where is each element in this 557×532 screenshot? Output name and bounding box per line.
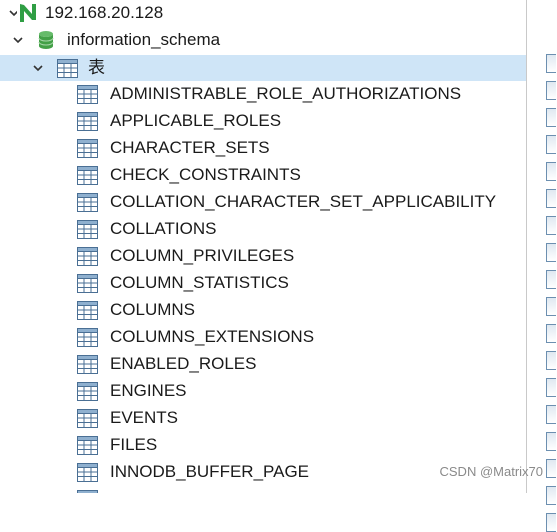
table-icon xyxy=(77,220,98,239)
table-row[interactable]: APPLICABLE_ROLES xyxy=(0,108,526,134)
table-icon xyxy=(546,297,556,316)
chevron-down-icon[interactable] xyxy=(32,62,44,74)
table-row[interactable]: COLUMNS xyxy=(0,297,526,323)
table-icon xyxy=(77,139,98,158)
table-icon xyxy=(57,59,78,78)
table-icon xyxy=(77,85,98,104)
table-row[interactable]: COLLATION_CHARACTER_SET_APPLICABILITY xyxy=(0,189,526,215)
tree-node-server[interactable]: 192.168.20.128 xyxy=(0,0,526,26)
table-label: COLUMN_STATISTICS xyxy=(110,273,289,292)
table-icon xyxy=(77,112,98,131)
table-row[interactable]: ENABLED_ROLES xyxy=(0,351,526,377)
table-icon xyxy=(77,247,98,266)
table-label: EVENTS xyxy=(110,408,179,427)
table-icon xyxy=(546,351,556,370)
table-icon xyxy=(546,432,556,451)
table-label: INNODB_BUFFER_PAGE xyxy=(110,462,310,481)
tree-node-tables-folder[interactable]: 表 xyxy=(0,55,526,81)
table-label: APPLICABLE_ROLES xyxy=(110,111,282,130)
table-label: FILES xyxy=(110,435,158,454)
table-icon xyxy=(546,108,556,127)
table-icon xyxy=(546,270,556,289)
chevron-down-icon[interactable] xyxy=(12,34,24,46)
table-row[interactable]: CHARACTER_SETS xyxy=(0,135,526,161)
table-label: CHECK_CONSTRAINTS xyxy=(110,165,301,184)
table-label: COLLATIONS xyxy=(110,219,217,238)
table-label: COLUMNS_EXTENSIONS xyxy=(110,327,315,346)
table-label: ENGINES xyxy=(110,381,187,400)
table-icon xyxy=(546,405,556,424)
table-icon xyxy=(546,459,556,478)
table-row[interactable]: EVENTS xyxy=(0,405,526,431)
table-icon xyxy=(77,301,98,320)
table-icon xyxy=(546,216,556,235)
server-label: 192.168.20.128 xyxy=(45,3,164,22)
database-label: information_schema xyxy=(67,30,221,49)
panel-divider[interactable] xyxy=(526,0,527,493)
table-icon xyxy=(77,463,98,482)
table-icon xyxy=(546,486,556,505)
navigator-tree: 192.168.20.128 information_schema 表 ADMI… xyxy=(0,0,526,493)
table-row[interactable]: COLUMN_PRIVILEGES xyxy=(0,243,526,269)
table-icon xyxy=(546,324,556,343)
table-row[interactable]: ADMINISTRABLE_ROLE_AUTHORIZATIONS xyxy=(0,81,526,107)
table-icon xyxy=(77,382,98,401)
table-label: COLUMNS xyxy=(110,300,196,319)
table-label: CHARACTER_SETS xyxy=(110,138,270,157)
table-icon xyxy=(546,189,556,208)
table-label: COLLATION_CHARACTER_SET_APPLICABILITY xyxy=(110,192,497,211)
table-icon xyxy=(546,243,556,262)
table-icon xyxy=(77,193,98,212)
table-icon xyxy=(546,81,556,100)
table-row[interactable]: COLUMN_STATISTICS xyxy=(0,270,526,296)
table-icon xyxy=(546,513,556,532)
table-icon xyxy=(77,436,98,455)
table-icon xyxy=(77,328,98,347)
table-label: COLUMN_PRIVILEGES xyxy=(110,246,295,265)
table-row[interactable]: ENGINES xyxy=(0,378,526,404)
table-row[interactable]: COLLATIONS xyxy=(0,216,526,242)
table-icon xyxy=(77,274,98,293)
table-icon xyxy=(77,409,98,428)
tables-folder-label: 表 xyxy=(88,58,105,77)
right-panel-edge xyxy=(526,0,557,532)
table-icon xyxy=(77,355,98,374)
table-row[interactable]: COLUMNS_EXTENSIONS xyxy=(0,324,526,350)
table-row[interactable]: CHECK_CONSTRAINTS xyxy=(0,162,526,188)
watermark: CSDN @Matrix70 xyxy=(439,464,544,479)
database-icon xyxy=(37,30,55,55)
table-icon xyxy=(546,135,556,154)
table-icon xyxy=(77,166,98,185)
mysql-dolphin-icon xyxy=(17,2,39,29)
table-row[interactable]: FILES xyxy=(0,432,526,458)
table-label: ADMINISTRABLE_ROLE_AUTHORIZATIONS xyxy=(110,84,462,103)
table-icon xyxy=(546,54,556,73)
table-label: ENABLED_ROLES xyxy=(110,354,257,373)
table-row-partial[interactable] xyxy=(0,486,526,493)
tree-node-database[interactable]: information_schema xyxy=(0,27,526,53)
table-icon xyxy=(546,162,556,181)
table-icon xyxy=(546,378,556,397)
